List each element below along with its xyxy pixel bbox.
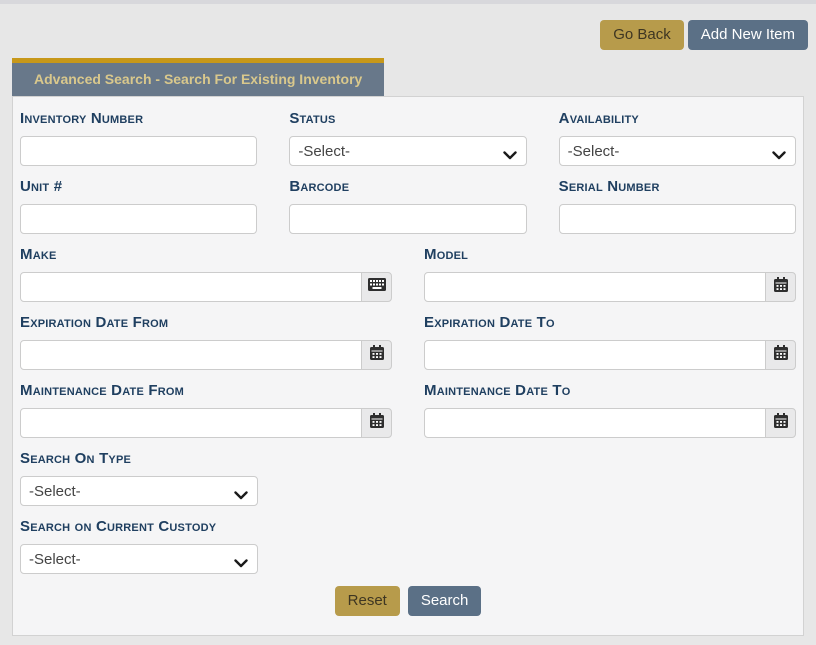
chevron-down-icon bbox=[234, 555, 248, 572]
maintenance-date-to-input[interactable] bbox=[424, 408, 766, 438]
expiration-date-from-input[interactable] bbox=[20, 340, 362, 370]
availability-select[interactable]: -Select- bbox=[559, 136, 796, 166]
inventory-number-field-group: Inventory Number bbox=[20, 110, 257, 166]
search-on-type-select[interactable]: -Select- bbox=[20, 476, 258, 506]
calendar-icon bbox=[774, 413, 788, 434]
expiration-date-to-input[interactable] bbox=[424, 340, 766, 370]
search-on-current-custody-label: Search on Current Custody bbox=[20, 518, 796, 536]
calendar-icon bbox=[370, 345, 384, 366]
tab-advanced-search[interactable]: Advanced Search - Search For Existing In… bbox=[12, 58, 384, 96]
search-on-type-selected-value: -Select- bbox=[29, 483, 81, 500]
unit-number-input[interactable] bbox=[20, 204, 257, 234]
expiration-date-from-label: Expiration Date From bbox=[20, 314, 392, 332]
inventory-number-label: Inventory Number bbox=[20, 110, 257, 128]
unit-number-field-group: Unit # bbox=[20, 178, 257, 234]
form-row-1: Inventory Number Status -Select- Availab… bbox=[20, 110, 796, 178]
chevron-down-icon bbox=[503, 147, 517, 164]
search-on-current-custody-selected-value: -Select- bbox=[29, 551, 81, 568]
chevron-down-icon bbox=[772, 147, 786, 164]
search-on-current-custody-select[interactable]: -Select- bbox=[20, 544, 258, 574]
expiration-date-from-field-group: Expiration Date From bbox=[20, 314, 392, 370]
availability-selected-value: -Select- bbox=[568, 143, 620, 160]
calendar-icon bbox=[774, 277, 788, 298]
availability-field-group: Availability -Select- bbox=[559, 110, 796, 166]
form-row-3: Make Model bbox=[20, 246, 796, 314]
unit-number-label: Unit # bbox=[20, 178, 257, 196]
maintenance-date-from-label: Maintenance Date From bbox=[20, 382, 392, 400]
status-selected-value: -Select- bbox=[298, 143, 350, 160]
search-on-current-custody-field-group: Search on Current Custody -Select- bbox=[20, 518, 796, 574]
status-label: Status bbox=[289, 110, 526, 128]
maintenance-date-to-calendar-button[interactable] bbox=[765, 408, 796, 438]
status-select[interactable]: -Select- bbox=[289, 136, 526, 166]
make-label: Make bbox=[20, 246, 392, 264]
add-new-item-button[interactable]: Add New Item bbox=[688, 20, 808, 50]
status-field-group: Status -Select- bbox=[289, 110, 526, 166]
make-input[interactable] bbox=[20, 272, 362, 302]
search-button[interactable]: Search bbox=[408, 586, 482, 616]
expiration-date-from-calendar-button[interactable] bbox=[361, 340, 392, 370]
expiration-date-to-label: Expiration Date To bbox=[424, 314, 796, 332]
serial-number-input[interactable] bbox=[559, 204, 796, 234]
inventory-number-input[interactable] bbox=[20, 136, 257, 166]
maintenance-date-from-field-group: Maintenance Date From bbox=[20, 382, 392, 438]
go-back-button[interactable]: Go Back bbox=[600, 20, 684, 50]
serial-number-field-group: Serial Number bbox=[559, 178, 796, 234]
calendar-icon bbox=[370, 413, 384, 434]
availability-label: Availability bbox=[559, 110, 796, 128]
calendar-icon bbox=[774, 345, 788, 366]
model-calendar-addon-button[interactable] bbox=[765, 272, 796, 302]
keyboard-icon bbox=[368, 278, 386, 296]
chevron-down-icon bbox=[234, 487, 248, 504]
maintenance-date-to-field-group: Maintenance Date To bbox=[424, 382, 796, 438]
maintenance-date-to-label: Maintenance Date To bbox=[424, 382, 796, 400]
model-field-group: Model bbox=[424, 246, 796, 302]
make-keyboard-addon-button[interactable] bbox=[361, 272, 392, 302]
form-actions: Reset Search bbox=[20, 586, 796, 616]
make-field-group: Make bbox=[20, 246, 392, 302]
expiration-date-to-field-group: Expiration Date To bbox=[424, 314, 796, 370]
barcode-field-group: Barcode bbox=[289, 178, 526, 234]
form-row-2: Unit # Barcode Serial Number bbox=[20, 178, 796, 246]
reset-button[interactable]: Reset bbox=[335, 586, 400, 616]
maintenance-date-from-input[interactable] bbox=[20, 408, 362, 438]
search-on-type-label: Search On Type bbox=[20, 450, 796, 468]
advanced-search-panel: Inventory Number Status -Select- Availab… bbox=[12, 96, 804, 636]
header-actions: Go Back Add New Item bbox=[0, 4, 816, 50]
search-on-type-field-group: Search On Type -Select- bbox=[20, 450, 796, 506]
barcode-input[interactable] bbox=[289, 204, 526, 234]
expiration-date-to-calendar-button[interactable] bbox=[765, 340, 796, 370]
maintenance-date-from-calendar-button[interactable] bbox=[361, 408, 392, 438]
model-input[interactable] bbox=[424, 272, 766, 302]
form-row-4: Expiration Date From bbox=[20, 314, 796, 382]
barcode-label: Barcode bbox=[289, 178, 526, 196]
serial-number-label: Serial Number bbox=[559, 178, 796, 196]
model-label: Model bbox=[424, 246, 796, 264]
form-row-5: Maintenance Date From bbox=[20, 382, 796, 450]
